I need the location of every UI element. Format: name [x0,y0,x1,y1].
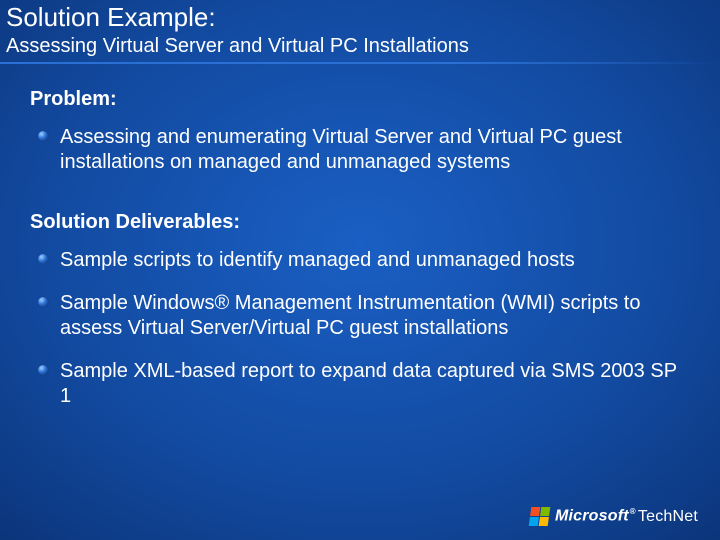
trademark-icon: ® [630,507,636,516]
bullet-list-problem: Assessing and enumerating Virtual Server… [36,125,690,175]
list-item: Sample scripts to identify managed and u… [36,248,690,273]
content-area: Problem: Assessing and enumerating Virtu… [30,88,690,427]
list-item: Sample Windows® Management Instrumentati… [36,291,690,341]
slide: Solution Example: Assessing Virtual Serv… [0,0,720,540]
section-heading-problem: Problem: [30,88,690,111]
brand-sub: TechNet [638,508,698,525]
section-heading-deliverables: Solution Deliverables: [30,211,690,234]
divider [0,62,720,64]
slide-title: Solution Example: [6,2,216,33]
footer-brand-text: Microsoft®TechNet [555,507,698,525]
bullet-list-deliverables: Sample scripts to identify managed and u… [36,248,690,409]
microsoft-flag-icon [529,507,551,526]
slide-subtitle: Assessing Virtual Server and Virtual PC … [6,35,469,58]
footer-logo: Microsoft®TechNet [530,507,698,526]
list-item: Sample XML-based report to expand data c… [36,359,690,409]
list-item: Assessing and enumerating Virtual Server… [36,125,690,175]
brand-name: Microsoft [555,508,629,525]
